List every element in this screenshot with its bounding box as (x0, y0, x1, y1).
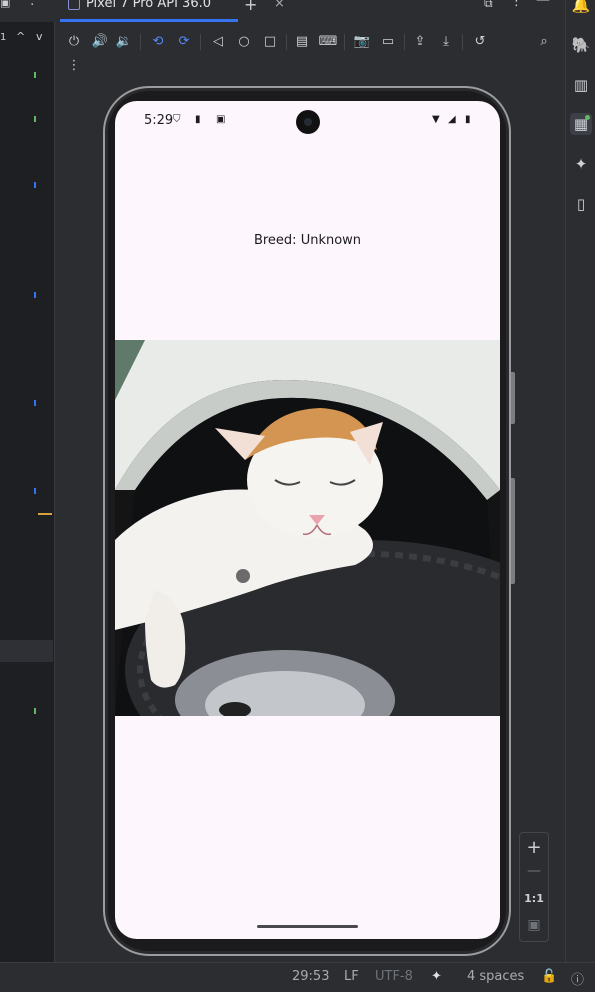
power-icon[interactable]: ⏻ (64, 32, 84, 52)
change-marker (34, 292, 36, 298)
chevron-up-icon[interactable]: ^ (16, 30, 25, 43)
gesture-nav-handle[interactable] (257, 925, 358, 928)
file-encoding[interactable]: UTF-8 (375, 969, 413, 984)
wifi-icon: ▼ (432, 114, 440, 125)
line-separator[interactable]: LF (344, 969, 359, 984)
toolbar-divider (200, 34, 201, 50)
caret-position[interactable]: 29:53 (292, 969, 329, 984)
notifications-icon[interactable]: 🔔 (570, 0, 592, 16)
right-tool-window-bar: 🔔 🐘 ▥ ▦ ✦ ▯ (565, 0, 595, 962)
zoom-in-button[interactable]: + (520, 837, 548, 858)
toolbar-divider (140, 34, 141, 50)
selected-line (0, 640, 53, 662)
more-tabs-icon[interactable]: : (30, 0, 34, 9)
back-icon[interactable]: ◁ (208, 32, 228, 52)
android-status-bar: 5:29 ⛉ ▮ ▣ ▼ ◢ ▮ (115, 101, 500, 139)
tab-bar: ▣ : Pixel 7 Pro API 36.0 × + ⧉ ⋮ — (0, 0, 565, 22)
rotate-right-icon[interactable]: ⟳ (174, 32, 194, 52)
more-options-icon[interactable]: ⋮ (64, 56, 84, 76)
warning-marker (38, 513, 52, 515)
external-window-icon[interactable]: ⧉ (484, 0, 493, 11)
change-marker (34, 400, 36, 406)
volume-button (511, 372, 515, 424)
volume-down-icon[interactable]: 🔉 (114, 32, 134, 52)
gradle-icon[interactable]: 🐘 (570, 34, 592, 56)
cat-image (115, 340, 500, 716)
signal-icon: ◢ (448, 114, 456, 125)
search-icon[interactable]: ⌕ (534, 32, 554, 52)
running-devices-icon[interactable]: ▦ (570, 113, 592, 135)
zoom-controls: + — 1:1 ▣ (519, 832, 549, 942)
emulator-toolbar: ⏻ 🔊 🔉 ⟲ ⟳ ◁ ○ □ ▤ ⌨ 📷 ▭ ⇪ ⤓ ↺ ⌕ ⋮ (56, 28, 565, 78)
screenrecord-icon[interactable]: ▭ (378, 32, 398, 52)
home-icon[interactable]: ○ (234, 32, 254, 52)
camera-icon[interactable]: 📷 (352, 32, 372, 52)
toolbar-divider (404, 34, 405, 50)
front-camera (296, 110, 320, 134)
add-tab-icon[interactable]: + (244, 0, 257, 14)
tab-running-device[interactable]: Pixel 7 Pro API 36.0 × (60, 0, 285, 22)
shield-icon: ⛉ (173, 114, 181, 125)
battery-icon: ▮ (465, 114, 471, 125)
device-manager-icon[interactable]: ▥ (570, 74, 592, 96)
export-icon[interactable]: ⇪ (410, 32, 430, 52)
editor-gutter: 1 ^ v (0, 22, 55, 962)
options-icon[interactable]: ⋮ (510, 0, 523, 9)
fold-icon[interactable]: ▤ (292, 32, 312, 52)
problems-icon[interactable]: ⓘ (571, 969, 584, 988)
overview-icon[interactable]: □ (260, 32, 280, 52)
tab-close-icon[interactable]: × (274, 0, 285, 11)
chevron-down-icon[interactable]: v (36, 30, 43, 43)
device-screen[interactable]: 5:29 ⛉ ▮ ▣ ▼ ◢ ▮ Breed: Unknown (115, 101, 500, 939)
ai-assistant-icon[interactable]: ✦ (431, 969, 442, 984)
minimize-icon[interactable]: — (536, 0, 550, 8)
side-button (511, 478, 515, 584)
device-icon (68, 0, 80, 10)
rotate-left-icon[interactable]: ⟲ (148, 32, 168, 52)
active-indicator (585, 115, 590, 120)
import-icon[interactable]: ⤓ (436, 32, 456, 52)
change-marker (34, 116, 36, 122)
keyboard-icon[interactable]: ⌨ (318, 32, 338, 52)
change-marker (34, 72, 36, 78)
device-mirroring-icon[interactable]: ▯ (570, 193, 592, 215)
volume-up-icon[interactable]: 🔊 (90, 32, 110, 52)
ide-status-bar: 29:53 LF UTF-8 ✦ 4 spaces 🔓 ⓘ (0, 962, 595, 992)
lock-icon[interactable]: 🔓 (541, 969, 557, 984)
zoom-actual-size-button[interactable]: 1:1 (520, 892, 548, 905)
editor-file-icon[interactable]: ▣ (0, 0, 10, 10)
breed-label: Breed: Unknown (253, 233, 362, 248)
font-icon: ▣ (216, 114, 226, 125)
reset-icon[interactable]: ↺ (470, 32, 490, 52)
zoom-fit-icon[interactable]: ▣ (520, 917, 548, 933)
change-marker (34, 182, 36, 188)
line-indicator: 1 (0, 32, 7, 43)
tab-label: Pixel 7 Pro API 36.0 (86, 0, 212, 11)
change-marker (34, 708, 36, 714)
toolbar-divider (462, 34, 463, 50)
toolbar-divider (286, 34, 287, 50)
status-time: 5:29 (144, 113, 174, 128)
gemini-icon[interactable]: ✦ (570, 153, 592, 175)
zoom-out-button[interactable]: — (520, 863, 548, 879)
sd-card-icon: ▮ (195, 114, 201, 125)
toolbar-divider (344, 34, 345, 50)
indent-setting[interactable]: 4 spaces (467, 969, 524, 984)
change-marker (34, 488, 36, 494)
